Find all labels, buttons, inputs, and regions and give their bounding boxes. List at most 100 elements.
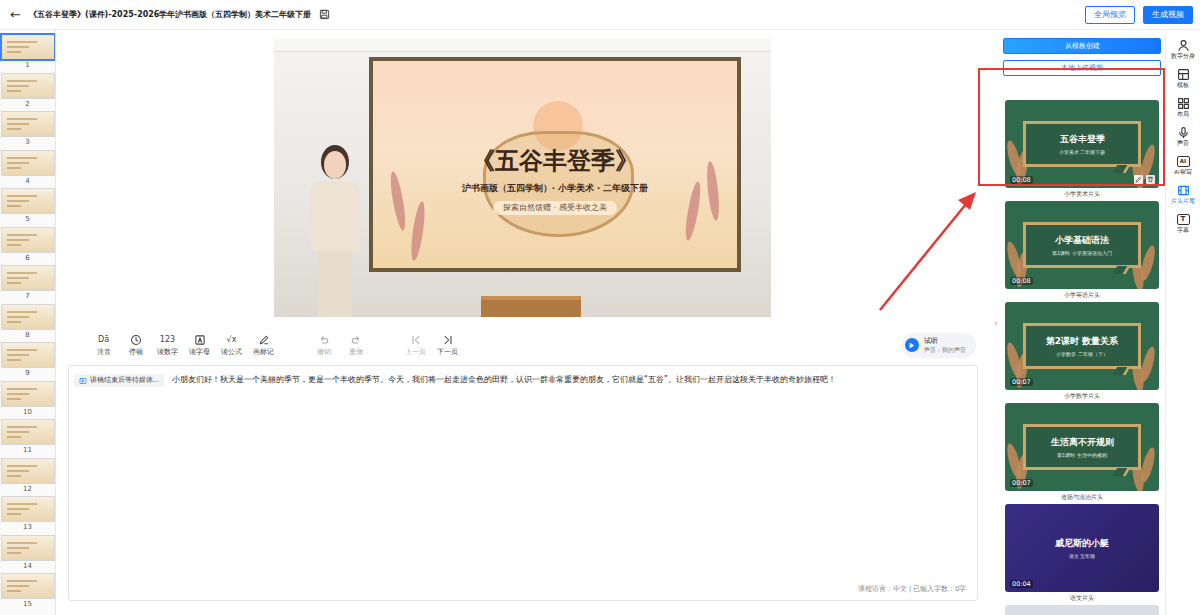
rail-icon (1177, 184, 1190, 197)
card-subtitle: 第1课时 生活中的规则 (1057, 452, 1107, 458)
intro-card[interactable]: 小学基础语法第1课时 小学英语语法入门00:08小学英语片头 (1003, 201, 1161, 301)
card-thumbnail: 第2课时 数量关系小学数学 二年级（下）00:07 (1005, 302, 1159, 390)
card-thumbnail: 五谷丰登季小学美术 二年级下册 00:08 (1005, 100, 1159, 188)
tool-button[interactable]: 下一页 (432, 334, 464, 357)
card-label: 语文片头 (1070, 592, 1094, 604)
rail-label: 数字分身 (1171, 53, 1195, 60)
tool-button[interactable]: 画标记 (248, 334, 280, 357)
slide-thumbnail (1, 304, 55, 330)
slide-item[interactable]: 4 (1, 150, 55, 187)
chalkboard: 生活离不开规则第1课时 生活中的规则 (1023, 424, 1141, 470)
create-from-template-button[interactable]: 从模板创建 (1003, 38, 1161, 54)
slide-number: 2 (25, 99, 29, 110)
tool-icon (410, 334, 422, 346)
generate-button[interactable]: 生成视频 (1143, 6, 1193, 24)
rail-label: 声音 (1177, 140, 1189, 147)
tool-button[interactable]: 上一页 (400, 334, 432, 357)
tool-icon: √x (227, 334, 237, 346)
slide-item[interactable]: 1 (1, 34, 55, 71)
play-icon (905, 338, 919, 352)
slide-item[interactable]: 3 (1, 111, 55, 148)
card-duration: 00:07 (1010, 378, 1033, 386)
slide-title: 《五谷丰登季》 (471, 145, 639, 177)
slide-number: 11 (23, 445, 32, 456)
tool-button[interactable]: 重做 (340, 334, 372, 357)
slide-thumbnail (1, 381, 55, 407)
save-icon[interactable] (319, 9, 330, 20)
tool-rail: 数字分身模板布局声音 AI AI帮写片头片尾 T字幕 (1165, 30, 1200, 615)
tool-button[interactable]: 停顿 (120, 334, 152, 357)
rail-icon-box (1177, 97, 1190, 110)
tool-label: 重做 (349, 348, 363, 357)
listen-button[interactable]: 试听声音：我的声音 (901, 333, 976, 358)
slide-item[interactable]: 15 (1, 573, 55, 610)
rail-label: 模板 (1177, 82, 1189, 89)
tool-button[interactable]: Dā注音 (88, 334, 120, 357)
desk (481, 296, 581, 317)
rail-icon: AI (1177, 156, 1190, 167)
intro-card[interactable]: 威尼斯的小艇语文 五年级00:04语文片头 (1003, 504, 1161, 604)
script-row: 讲稿结束后等待媒体... 小朋友们好！秋天是一个美丽的季节，更是一个丰收的季节。今… (74, 374, 971, 387)
delete-button[interactable] (1146, 175, 1155, 184)
slide-tagline: 探索自然馈赠 · 感受丰收之美 (493, 201, 616, 215)
slide-item[interactable]: 9 (1, 342, 55, 379)
card-duration: 00:08 (1010, 176, 1033, 184)
slide-thumbnail (1, 73, 55, 99)
script-editor: 讲稿结束后等待媒体... 小朋友们好！秋天是一个美丽的季节，更是一个丰收的季节。今… (68, 365, 978, 601)
slide-number: 1 (25, 60, 29, 71)
chalkboard: 五谷丰登季小学美术 二年级下册 (1023, 121, 1141, 167)
slide-item[interactable]: 8 (1, 304, 55, 341)
slide-item[interactable]: 6 (1, 227, 55, 264)
slide-item[interactable]: 7 (1, 265, 55, 302)
slide-item[interactable]: 2 (1, 73, 55, 110)
tool-button[interactable]: 123读数字 (152, 334, 184, 357)
rail-item[interactable]: AI AI帮写 (1166, 155, 1200, 176)
workspace: 123456789101112131415《五谷丰登季》沪书画版（五四学制）· … (0, 30, 1200, 615)
upload-video-button[interactable]: 本地上传视频 (1003, 60, 1161, 76)
slide-thumbnail (1, 496, 55, 522)
slide-number: 9 (25, 368, 29, 379)
preview-button[interactable]: 全局预览 (1085, 6, 1135, 24)
rail-item[interactable]: 布局 (1166, 97, 1200, 118)
slide-number: 13 (23, 522, 32, 533)
slide-thumbnail (1, 419, 55, 445)
script-text[interactable]: 小朋友们好！秋天是一个美丽的季节，更是一个丰收的季节。今天，我们将一起走进金色的… (172, 374, 971, 386)
card-subtitle: 语文 五年级 (1069, 553, 1096, 559)
rail-label: 布局 (1177, 111, 1189, 118)
rail-icon: T (1177, 214, 1190, 225)
tool-icon (442, 334, 454, 346)
edit-button[interactable] (1134, 175, 1143, 184)
rail-item[interactable]: 声音 (1166, 126, 1200, 147)
slide-item[interactable]: 13 (1, 496, 55, 533)
media-wait-dropdown[interactable]: 讲稿结束后等待媒体... (74, 374, 164, 387)
slide-number: 4 (25, 176, 29, 187)
collapse-button[interactable]: › (989, 30, 1003, 615)
tool-label: 读公式 (221, 348, 242, 357)
rail-item[interactable]: 片头片尾 (1166, 184, 1200, 205)
rail-icon (1177, 97, 1190, 110)
intro-card[interactable]: 生活离不开规则第1课时 生活中的规则00:07道德与法治片头 (1003, 403, 1161, 503)
tool-label: 停顿 (129, 348, 143, 357)
rail-item[interactable]: 模板 (1166, 68, 1200, 89)
back-button[interactable]: ← (10, 7, 21, 22)
slide-number: 10 (23, 407, 32, 418)
intro-card[interactable]: 第2课时 数量关系小学数学 二年级（下）00:07小学数学片头 (1003, 302, 1161, 402)
rail-icon-box (1177, 68, 1190, 81)
card-thumbnail: 威尼斯的小艇语文 五年级00:04 (1005, 504, 1159, 592)
slide-item[interactable]: 10 (1, 381, 55, 418)
header-actions: 全局预览生成视频 (1085, 6, 1193, 24)
slide-item[interactable]: 12 (1, 458, 55, 495)
tool-icon (258, 334, 270, 346)
rail-item[interactable]: 数字分身 (1166, 39, 1200, 60)
rail-item[interactable]: T字幕 (1166, 213, 1200, 234)
slide-item[interactable]: 14 (1, 535, 55, 572)
rail-label: AI帮写 (1174, 169, 1191, 176)
tool-button[interactable]: √x 读公式 (216, 334, 248, 357)
avatar-head (324, 151, 346, 179)
slide-item[interactable]: 11 (1, 419, 55, 456)
panel-content: 从模板创建本地上传视频五谷丰登季小学美术 二年级下册00:08小学美术片头小学基… (1003, 30, 1161, 615)
tool-button[interactable]: 撤销 (308, 334, 340, 357)
intro-card[interactable]: 五谷丰登季小学美术 二年级下册00:08小学美术片头 (1003, 100, 1161, 200)
slide-item[interactable]: 5 (1, 188, 55, 225)
tool-button[interactable]: 读字母 (184, 334, 216, 357)
